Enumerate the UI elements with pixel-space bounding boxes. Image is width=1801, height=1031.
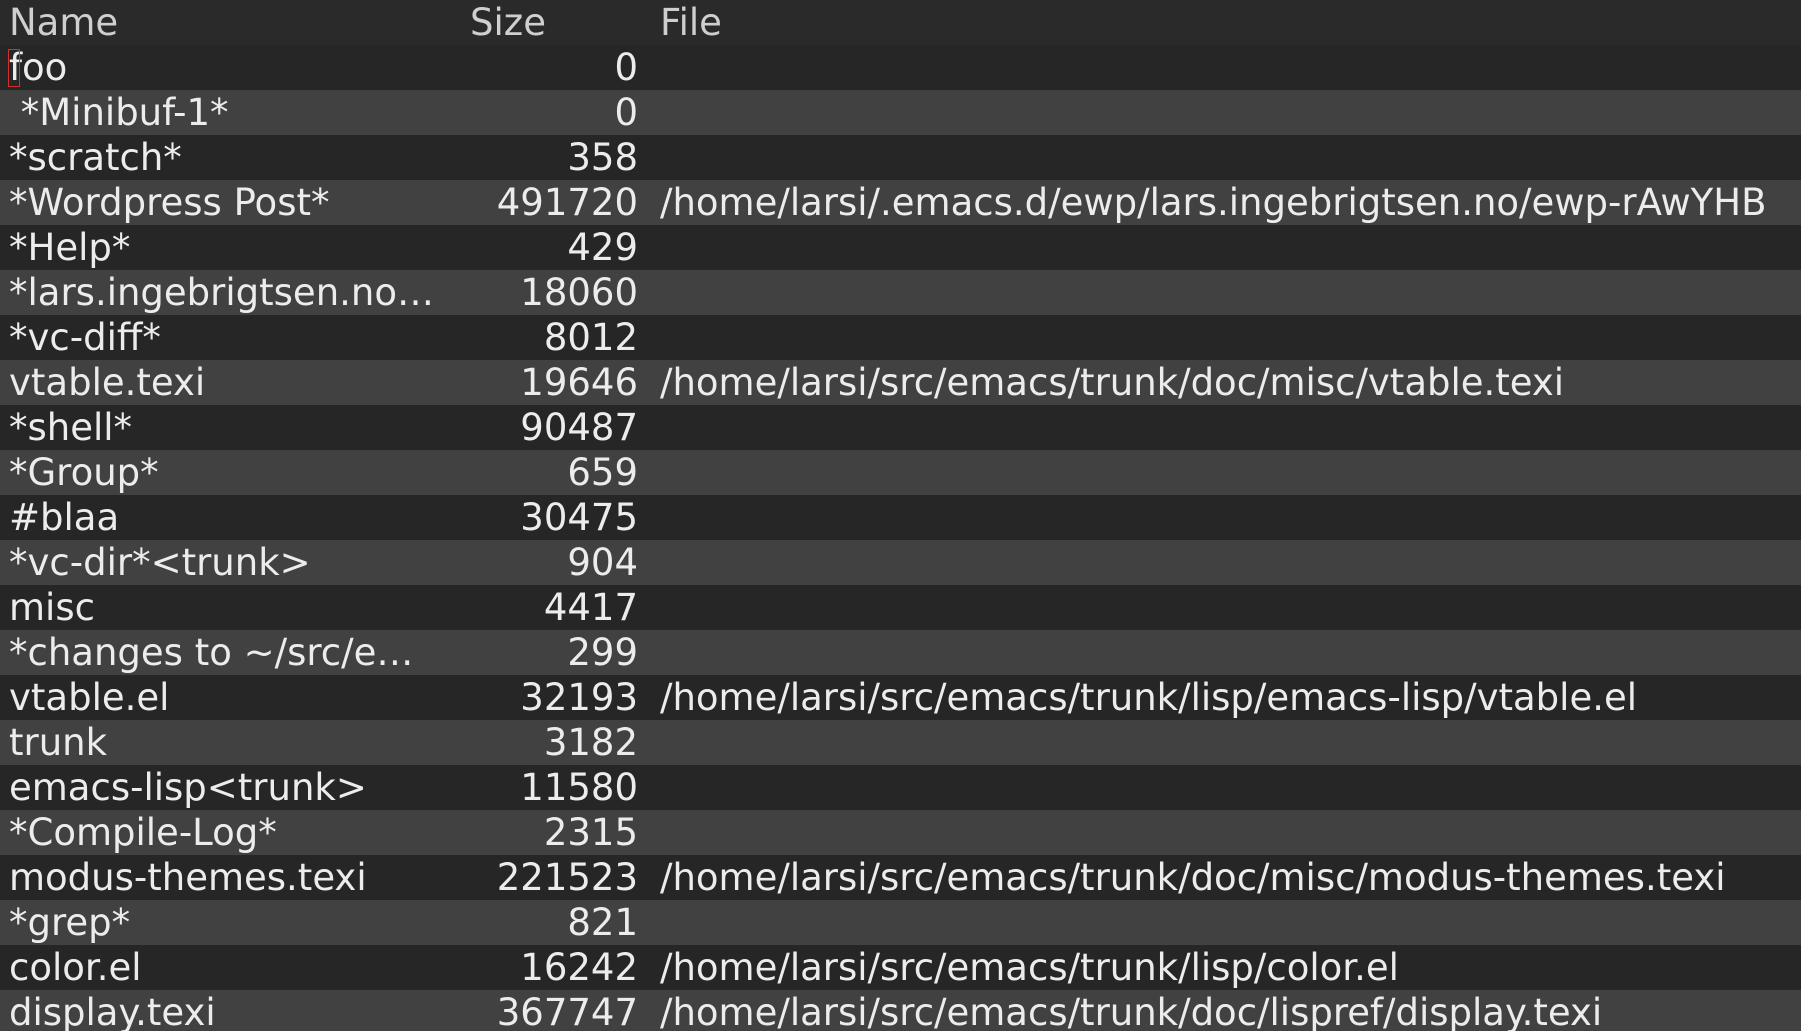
buffer-name-cell[interactable]: *Compile-Log* [0,810,440,855]
buffer-name-cell[interactable]: foo [0,45,440,90]
table-row[interactable]: *Compile-Log* 2315 [0,810,1801,855]
buffer-name-cell[interactable]: *Wordpress Post* [0,180,440,225]
buffer-size-cell: 904 [567,541,638,584]
buffer-size-cell: 358 [567,136,638,179]
buffer-size-cell: 11580 [520,766,638,809]
buffer-size-cell: 0 [614,91,638,134]
buffer-name-cell[interactable]: color.el [0,945,440,990]
table-row[interactable]: *shell* 90487 [0,405,1801,450]
buffer-name-cell[interactable]: vtable.el [0,675,440,720]
buffer-file-cell: /home/larsi/src/emacs/trunk/lisp/emacs-l… [660,676,1638,719]
buffer-size-cell: 18060 [520,271,638,314]
buffer-file-cell: /home/larsi/src/emacs/trunk/doc/misc/mod… [660,856,1726,899]
buffer-name-cell[interactable]: *Group* [0,450,440,495]
table-header: Name Size File [0,0,1801,45]
buffer-file-cell: /home/larsi/src/emacs/trunk/doc/misc/vta… [660,361,1565,404]
buffer-size-cell: 659 [567,451,638,494]
table-row[interactable]: modus-themes.texi 221523/home/larsi/src/e… [0,855,1801,900]
buffer-name-cell[interactable]: *changes to ~/src/e… [0,630,440,675]
buffer-size-cell: 16242 [520,946,638,989]
table-row[interactable]: *vc-dir*<trunk> 904 [0,540,1801,585]
buffer-name-cell[interactable]: #blaa [0,495,440,540]
buffer-name-cell[interactable]: vtable.texi [0,360,440,405]
buffer-size-cell: 491720 [496,181,638,224]
table-row[interactable]: #blaa 30475 [0,495,1801,540]
buffer-name-cell[interactable]: *vc-dir*<trunk> [0,540,440,585]
table-row[interactable]: *Wordpress Post* 491720/home/larsi/.emacs… [0,180,1801,225]
table-row[interactable]: *Help* 429 [0,225,1801,270]
buffer-size-cell: 4417 [543,586,638,629]
buffer-name-cell[interactable]: *lars.ingebrigtsen.no… [0,270,440,315]
buffer-name-cell[interactable]: trunk [0,720,440,765]
buffer-size-cell: 30475 [520,496,638,539]
buffer-name-cell[interactable]: *shell* [0,405,440,450]
buffer-name-cell[interactable]: modus-themes.texi [0,855,440,900]
buffer-file-cell: /home/larsi/src/emacs/trunk/lisp/color.e… [660,946,1399,989]
buffer-file-cell: /home/larsi/.emacs.d/ewp/lars.ingebrigts… [660,181,1767,224]
table-row[interactable]: *grep* 821 [0,900,1801,945]
buffer-size-cell: 19646 [520,361,638,404]
column-header-size[interactable]: Size [440,0,660,45]
buffer-name-cell[interactable]: misc [0,585,440,630]
buffer-size-cell: 3182 [543,721,638,764]
buffer-name-cell[interactable]: emacs-lisp<trunk> [0,765,440,810]
table-row[interactable]: *lars.ingebrigtsen.no… 18060 [0,270,1801,315]
buffer-size-cell: 90487 [520,406,638,449]
table-body: foo 0 *Minibuf-1* 0 *scratch* 358 *Wordpress … [0,45,1801,1031]
buffer-size-cell: 429 [567,226,638,269]
buffer-size-cell: 32193 [520,676,638,719]
buffer-size-cell: 221523 [496,856,638,899]
buffer-name-cell[interactable]: *vc-diff* [0,315,440,360]
buffer-size-cell: 299 [567,631,638,674]
table-row[interactable]: *Group* 659 [0,450,1801,495]
buffer-size-cell: 2315 [543,811,638,854]
buffer-name-cell[interactable]: *Minibuf-1* [0,90,440,135]
table-row[interactable]: *vc-diff* 8012 [0,315,1801,360]
column-header-file[interactable]: File [660,0,1801,45]
buffer-size-cell: 821 [567,901,638,944]
table-row[interactable]: display.texi 367747/home/larsi/src/emacs/… [0,990,1801,1031]
table-row[interactable]: misc 4417 [0,585,1801,630]
buffer-name-cell[interactable]: *grep* [0,900,440,945]
table-row[interactable]: emacs-lisp<trunk> 11580 [0,765,1801,810]
table-row[interactable]: foo 0 [0,45,1801,90]
column-header-name[interactable]: Name [0,0,440,45]
table-row[interactable]: trunk 3182 [0,720,1801,765]
table-row[interactable]: vtable.texi 19646/home/larsi/src/emacs/tr… [0,360,1801,405]
table-row[interactable]: vtable.el 32193/home/larsi/src/emacs/trun… [0,675,1801,720]
buffer-name-cell[interactable]: *scratch* [0,135,440,180]
buffer-size-cell: 0 [614,46,638,89]
buffer-size-cell: 367747 [496,991,638,1031]
buffer-size-cell: 8012 [543,316,638,359]
buffer-list-table: Name Size File foo 0 *Minibuf-1* 0 *scratch… [0,0,1801,1031]
buffer-name-cell[interactable]: *Help* [0,225,440,270]
buffer-name-cell[interactable]: display.texi [0,990,440,1031]
table-row[interactable]: *Minibuf-1* 0 [0,90,1801,135]
table-row[interactable]: *changes to ~/src/e… 299 [0,630,1801,675]
table-row[interactable]: *scratch* 358 [0,135,1801,180]
table-row[interactable]: color.el 16242/home/larsi/src/emacs/trunk… [0,945,1801,990]
buffer-file-cell: /home/larsi/src/emacs/trunk/doc/lispref/… [660,991,1603,1031]
